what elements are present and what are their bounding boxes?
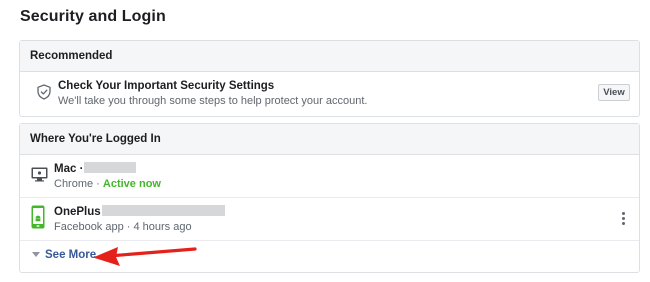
shield-check-icon bbox=[37, 84, 51, 100]
device-label: OnePlus bbox=[54, 206, 101, 218]
device-label: Mac · bbox=[54, 163, 84, 175]
redacted-block bbox=[101, 205, 225, 217]
see-more-link[interactable]: See More bbox=[45, 249, 96, 261]
redacted-block bbox=[84, 162, 137, 174]
recommended-header: Recommended bbox=[20, 41, 639, 72]
session-row[interactable]: OnePlus Facebook app · 4 hours ago bbox=[20, 198, 639, 241]
caret-down-icon bbox=[32, 252, 40, 257]
session-device-name: OnePlus bbox=[54, 205, 225, 218]
session-app: Facebook app · 4 hours ago bbox=[54, 221, 192, 233]
android-phone-icon bbox=[31, 205, 45, 229]
session-row[interactable]: Mac · Chrome · Active now bbox=[20, 155, 639, 198]
more-options-icon[interactable] bbox=[622, 212, 626, 226]
security-settings-subtitle: We'll take you through some steps to hel… bbox=[58, 95, 368, 107]
active-status: Active now bbox=[102, 178, 161, 190]
security-settings-title: Check Your Important Security Settings bbox=[58, 80, 275, 92]
session-device-name: Mac · bbox=[54, 162, 137, 175]
recommended-panel: Recommended Check Your Important Securit… bbox=[19, 40, 640, 117]
security-settings-item[interactable]: Check Your Important Security Settings W… bbox=[20, 72, 639, 116]
page-title: Security and Login bbox=[20, 8, 166, 25]
desktop-mac-icon bbox=[31, 167, 48, 182]
annotation-arrow-icon bbox=[93, 247, 197, 266]
session-meta: Chrome · Active now bbox=[54, 178, 161, 190]
session-app: Chrome · bbox=[54, 178, 100, 190]
session-meta: Facebook app · 4 hours ago bbox=[54, 221, 192, 233]
view-button[interactable]: View bbox=[598, 84, 630, 101]
logged-in-header: Where You're Logged In bbox=[20, 124, 639, 155]
